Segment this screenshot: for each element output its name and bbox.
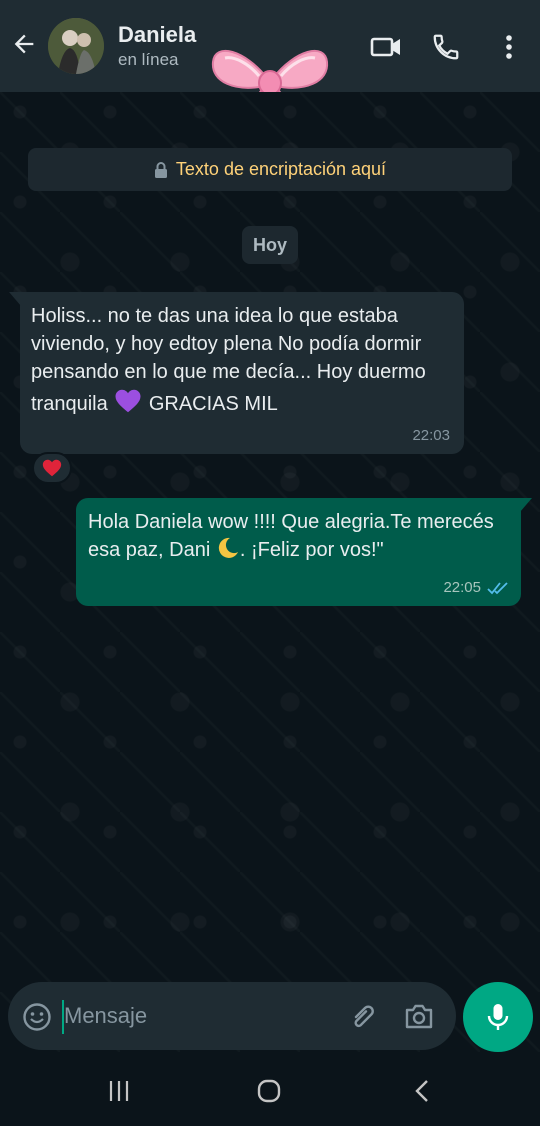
emoji-icon[interactable] — [22, 1002, 52, 1032]
chat-area[interactable]: Texto de encriptación aquí Hoy Holiss...… — [0, 92, 540, 1052]
crescent-moon-icon — [218, 537, 238, 558]
encryption-text: Texto de encriptación aquí — [175, 159, 387, 179]
red-heart-icon — [42, 459, 62, 477]
message-reaction[interactable] — [32, 452, 72, 484]
message-text-part: GRACIAS MIL — [148, 393, 278, 415]
message-text: Holiss... no te das una idea lo que esta… — [31, 302, 452, 418]
message-time: 22:03 — [412, 427, 450, 444]
voice-message-button[interactable] — [463, 982, 533, 1052]
message-text: Hola Daniela wow !!!! Que alegria.Te mer… — [88, 508, 509, 564]
message-meta: 22:05 — [443, 579, 509, 596]
microphone-icon — [487, 1004, 509, 1030]
system-navigation-bar — [0, 1056, 540, 1126]
system-back-icon[interactable] — [410, 1078, 436, 1104]
message-time: 22:05 — [443, 579, 481, 596]
back-arrow-icon[interactable] — [10, 30, 38, 58]
double-check-read-icon — [487, 581, 508, 594]
voice-call-icon[interactable] — [430, 32, 462, 62]
message-input[interactable] — [64, 998, 334, 1034]
contact-status: en línea — [118, 50, 179, 69]
video-call-icon[interactable] — [370, 32, 402, 62]
message-composer — [8, 982, 456, 1050]
incoming-message[interactable]: Holiss... no te das una idea lo que esta… — [9, 292, 464, 454]
camera-icon[interactable] — [404, 1002, 434, 1030]
lock-icon — [154, 161, 167, 178]
paperclip-icon[interactable] — [348, 1002, 378, 1032]
contact-name[interactable]: Daniela — [118, 22, 196, 48]
message-text-part: . ¡Feliz por vos!" — [239, 539, 384, 561]
avatar[interactable] — [48, 18, 104, 74]
avatar-photo-icon — [48, 18, 104, 74]
purple-heart-icon — [115, 389, 141, 413]
more-options-icon[interactable] — [496, 32, 522, 62]
recent-apps-icon[interactable] — [106, 1078, 132, 1104]
outgoing-message[interactable]: Hola Daniela wow !!!! Que alegria.Te mer… — [76, 498, 532, 606]
home-icon[interactable] — [256, 1078, 282, 1104]
encryption-notice[interactable]: Texto de encriptación aquí — [28, 148, 512, 191]
date-chip: Hoy — [242, 226, 298, 264]
